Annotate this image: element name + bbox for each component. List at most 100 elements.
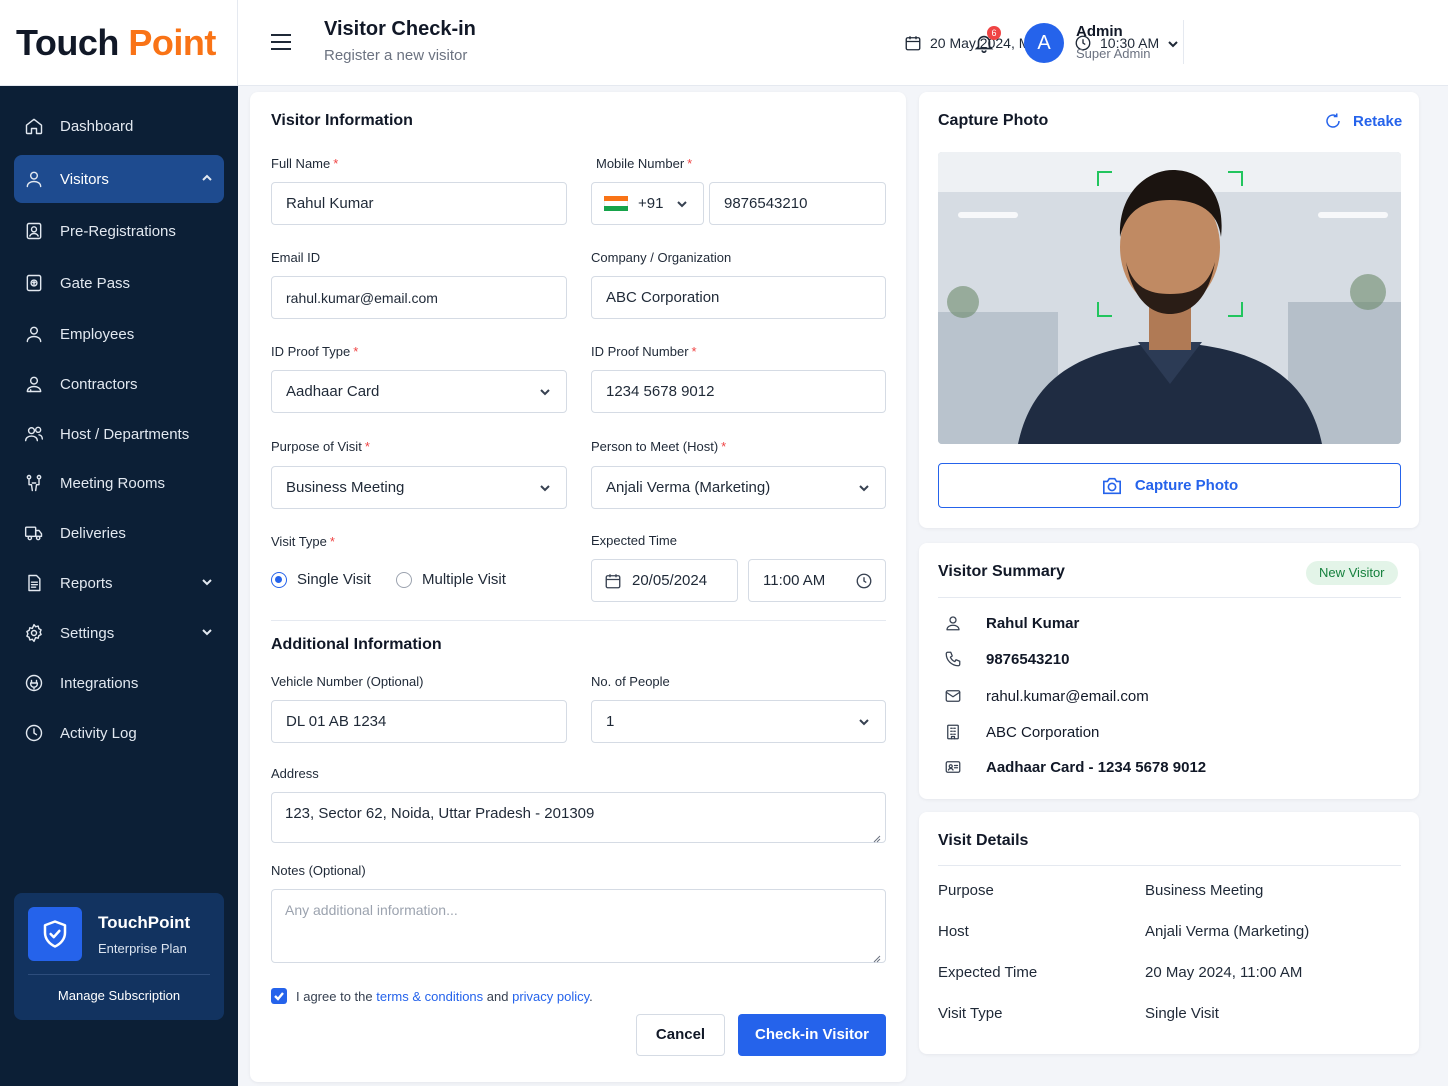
plan-name: TouchPoint [98,913,191,932]
home-icon [24,116,44,136]
sidebar-item-integrations[interactable]: Integrations [14,659,224,707]
mobile-number-input[interactable]: 9876543210 [709,182,886,225]
people-label: No. of People [591,674,670,689]
sidebar-item-label: Contractors [60,375,138,393]
sidebar-item-label: Integrations [60,674,139,692]
sidebar-item-pre-registrations[interactable]: Pre-Registrations [14,207,224,255]
multiple-visit-radio[interactable]: Multiple Visit [396,571,506,588]
agree-checkbox[interactable] [271,988,287,1004]
sidebar-item-label: Settings [60,624,115,642]
summary-id: Aadhaar Card - 1234 5678 9012 [944,758,1206,776]
single-visit-radio[interactable]: Single Visit [271,571,371,588]
user-name[interactable]: Admin [1076,23,1123,40]
mail-icon [944,687,962,705]
user-icon [24,169,44,189]
visitor-photo [938,152,1401,444]
full-name-input[interactable]: Rahul Kumar [271,182,567,225]
host-select[interactable]: Anjali Verma (Marketing) [591,466,886,509]
summary-email: rahul.kumar@email.com [944,687,1149,705]
chevron-down-icon [857,715,871,729]
retake-button[interactable]: Retake [1324,112,1402,130]
gear-icon [24,623,44,643]
notes-textarea[interactable]: Any additional information... [271,889,886,963]
report-icon [24,573,44,593]
plan-tier: Enterprise Plan [98,941,187,956]
page-subtitle: Register a new visitor [324,47,468,64]
vehicle-label: Vehicle Number (Optional) [271,674,424,689]
sidebar-item-gate-pass[interactable]: Gate Pass [14,259,224,307]
chevron-down-icon [538,385,552,399]
sidebar-item-label: Employees [60,325,135,343]
address-textarea[interactable]: 123, Sector 62, Noida, Uttar Pradesh - 2… [271,792,886,843]
sidebar-item-label: Host / Departments [60,425,190,443]
meeting-icon [24,473,44,493]
building-icon [944,723,962,741]
cancel-button[interactable]: Cancel [636,1014,725,1056]
calendar-icon [905,36,921,51]
sidebar-item-label: Pre-Registrations [60,222,176,240]
manage-subscription-link[interactable]: Manage Subscription [14,988,224,1003]
chevron-down-icon [857,481,871,495]
email-input[interactable]: rahul.kumar@email.com [271,276,567,319]
privacy-link[interactable]: privacy policy [512,989,589,1004]
header: Visitor Check-in Register a new visitor … [238,0,1448,86]
sidebar-item-label: Gate Pass [60,274,131,292]
shield-icon [28,907,82,961]
plan-card: TouchPoint Enterprise Plan Manage Subscr… [14,893,224,1020]
header-separator [1183,20,1184,64]
page-title: Visitor Check-in [324,18,476,40]
camera-icon [1102,477,1121,494]
id-type-select[interactable]: Aadhaar Card [271,370,567,413]
summary-company: ABC Corporation [944,723,1099,741]
expected-date-input[interactable]: 20/05/2024 [591,559,738,602]
logo-o: o [34,21,57,63]
sidebar-item-dashboard[interactable]: Dashboard [14,102,224,150]
notes-label: Notes (Optional) [271,863,366,878]
terms-link[interactable]: terms & conditions [376,989,483,1004]
sidebar-item-settings[interactable]: Settings [14,609,224,657]
people-select[interactable]: 1 [591,700,886,743]
chevron-down-icon[interactable] [1166,37,1180,51]
sidebar-item-contractors[interactable]: Contractors [14,360,224,408]
expected-time-input[interactable]: 11:00 AM [748,559,886,602]
agree-text: I agree to the terms & conditions and pr… [296,989,593,1004]
chevron-down-icon [538,481,552,495]
logo[interactable]: Touch Point [0,0,238,86]
sidebar-item-label: Dashboard [60,117,134,135]
chevron-down-icon [200,575,214,589]
notification-badge: 6 [987,26,1001,40]
avatar[interactable]: A [1024,23,1064,63]
sidebar-item-visitors[interactable]: Visitors [14,155,224,203]
email-label: Email ID [271,250,321,265]
status-badge: New Visitor [1306,561,1398,585]
detail-value: Anjali Verma (Marketing) [1145,923,1310,940]
company-input[interactable]: ABC Corporation [591,276,886,319]
sidebar-item-label: Meeting Rooms [60,474,166,492]
sidebar-item-label: Reports [60,574,113,592]
sidebar-item-employees[interactable]: Employees [14,310,224,358]
sidebar-item-reports[interactable]: Reports [14,559,224,607]
sidebar-item-label: Visitors [60,170,109,188]
details-divider [938,865,1401,866]
check-in-visitor-button[interactable]: Check-in Visitor [738,1014,886,1056]
purpose-select[interactable]: Business Meeting [271,466,567,509]
capture-photo-button[interactable]: Capture Photo [938,463,1401,508]
resize-grip-icon[interactable] [873,830,881,843]
sidebar-item-host-departments[interactable]: Host / Departments [14,410,224,458]
chevron-down-icon [675,197,689,211]
section-divider [271,620,886,621]
detail-value: Single Visit [1145,1005,1219,1022]
detail-key: Host [938,923,969,940]
phone-icon [944,650,962,668]
form-title: Visitor Information [271,112,413,129]
resize-grip-icon[interactable] [873,950,881,963]
id-number-input[interactable]: 1234 5678 9012 [591,370,886,413]
country-code-select[interactable]: +91 [591,182,704,225]
menu-icon[interactable] [270,33,292,51]
plan-divider [28,974,210,975]
vehicle-input[interactable]: DL 01 AB 1234 [271,700,567,743]
sidebar-item-activity-log[interactable]: Activity Log [14,709,224,757]
sidebar-item-meeting-rooms[interactable]: Meeting Rooms [14,459,224,507]
sidebar-item-deliveries[interactable]: Deliveries [14,509,224,557]
host-label: Person to Meet (Host) * [591,439,727,454]
